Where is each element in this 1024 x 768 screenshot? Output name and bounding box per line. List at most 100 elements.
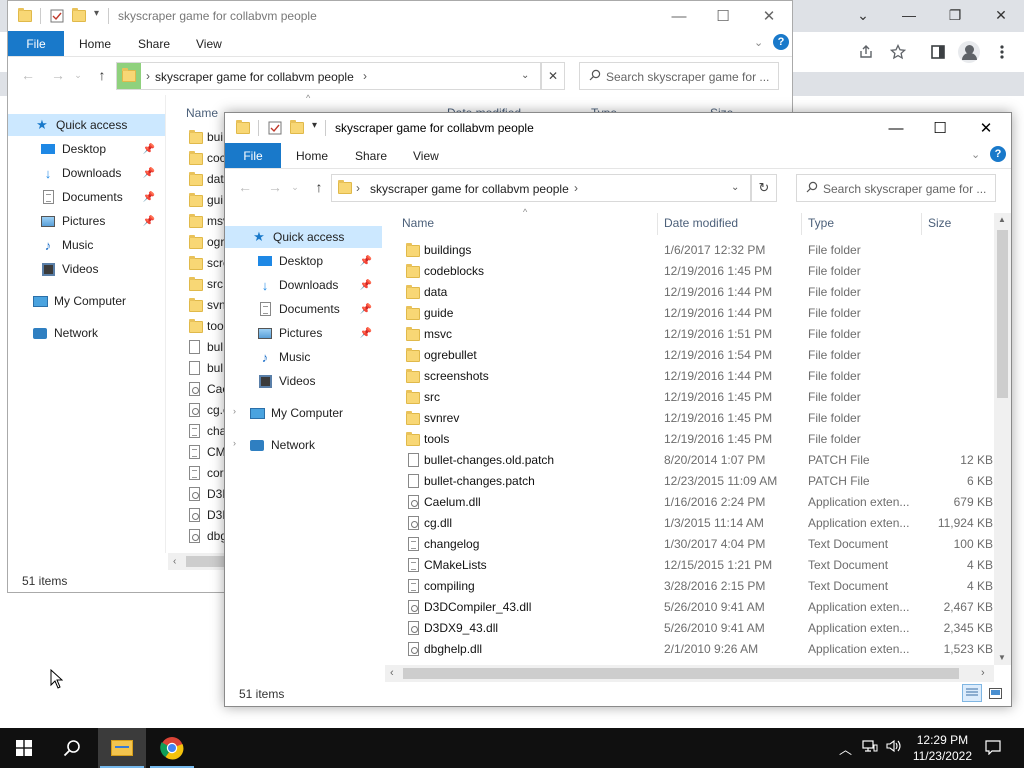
maximize-button[interactable]: ☐ (917, 113, 963, 143)
nav-network[interactable]: Network (8, 322, 165, 344)
back-icon[interactable]: ← (20, 67, 36, 83)
start-button[interactable] (0, 728, 48, 768)
tab-view[interactable]: View (196, 37, 222, 51)
file-row[interactable]: bullet-changes.old.patch 8/20/2014 1:07 P… (385, 450, 993, 471)
chrome-minimize-button[interactable]: — (886, 4, 932, 26)
scroll-right-icon[interactable]: › (981, 667, 985, 679)
file-row[interactable]: changelog 1/30/2017 4:04 PM Text Document 1… (385, 534, 993, 555)
file-row[interactable]: ogr (186, 232, 226, 253)
nav-pictures[interactable]: Pictures 📌 (225, 322, 382, 344)
column-header-date[interactable]: Date modified (664, 211, 738, 235)
close-button[interactable]: ✕ (746, 1, 792, 31)
file-row[interactable]: guide 12/19/2016 1:44 PM File folder (385, 303, 993, 324)
address-dropdown-icon[interactable]: ⌄ (731, 182, 739, 193)
up-icon[interactable]: ↑ (94, 67, 110, 83)
file-row[interactable]: svn (186, 295, 226, 316)
forward-icon[interactable]: → (50, 67, 66, 83)
help-icon[interactable]: ? (990, 146, 1006, 162)
chrome-close-button[interactable]: ✕ (978, 4, 1024, 26)
new-folder-icon[interactable] (290, 120, 304, 137)
customize-quick-access-icon[interactable]: ▾ (312, 120, 317, 131)
breadcrumb[interactable]: skyscraper game for collabvm people (155, 70, 354, 84)
share-icon[interactable] (854, 40, 878, 64)
large-icons-view-button[interactable] (985, 684, 1005, 702)
scroll-left-icon[interactable]: ‹ (173, 556, 176, 567)
nav-music[interactable]: ♪ Music (8, 234, 165, 256)
nav-documents[interactable]: Documents 📌 (8, 186, 165, 208)
scroll-up-icon[interactable]: ▲ (998, 215, 1006, 224)
nav-music[interactable]: ♪ Music (225, 346, 382, 368)
nav-desktop[interactable]: Desktop 📌 (225, 250, 382, 272)
file-row[interactable]: dbg (186, 526, 227, 547)
nav-pictures[interactable]: Pictures 📌 (8, 210, 165, 232)
file-row[interactable]: D3D (186, 505, 231, 526)
taskbar-chrome[interactable] (148, 728, 196, 768)
address-bar[interactable]: › skyscraper game for collabvm people › … (331, 174, 751, 202)
properties-icon[interactable] (268, 121, 282, 138)
column-header-name[interactable]: Name (402, 211, 434, 235)
nav-downloads[interactable]: ↓ Downloads 📌 (225, 274, 382, 296)
new-folder-icon[interactable] (72, 8, 86, 25)
nav-desktop[interactable]: Desktop 📌 (8, 138, 165, 160)
expand-ribbon-icon[interactable]: ⌄ (971, 148, 980, 161)
file-row[interactable]: Cae (186, 379, 229, 400)
file-row[interactable]: screenshots 12/19/2016 1:44 PM File folder (385, 366, 993, 387)
forward-icon[interactable]: → (267, 179, 283, 195)
file-row[interactable]: data 12/19/2016 1:44 PM File folder (385, 282, 993, 303)
scroll-left-icon[interactable]: ‹ (390, 667, 394, 679)
scrollbar-thumb[interactable] (186, 556, 226, 567)
customize-quick-access-icon[interactable]: ▾ (94, 8, 99, 19)
details-view-button[interactable] (962, 684, 982, 702)
notifications-icon[interactable] (985, 739, 1001, 758)
tab-file[interactable]: File (225, 143, 281, 168)
file-row[interactable]: tools 12/19/2016 1:45 PM File folder (385, 429, 993, 450)
file-row[interactable]: cg.dll 1/3/2015 11:14 AM Application exten… (385, 513, 993, 534)
column-divider[interactable] (801, 213, 802, 235)
search-input[interactable]: Search skyscraper game for ... (579, 62, 779, 90)
chrome-tab-search-button[interactable]: ⌄ (840, 4, 886, 26)
history-chevron-icon[interactable]: ⌄ (287, 179, 303, 195)
minimize-button[interactable]: — (656, 1, 702, 31)
file-row[interactable]: bui (186, 127, 226, 148)
nav-my-computer[interactable]: My Computer (8, 290, 165, 312)
help-icon[interactable]: ? (773, 34, 789, 50)
history-chevron-icon[interactable]: ⌄ (70, 67, 86, 83)
horizontal-scrollbar[interactable]: ‹ (168, 553, 228, 570)
show-hidden-icons-icon[interactable]: ︿ (839, 739, 852, 758)
scroll-down-icon[interactable]: ▼ (998, 653, 1006, 662)
up-icon[interactable]: ↑ (311, 179, 327, 195)
file-row[interactable]: cor (186, 463, 226, 484)
file-row[interactable]: src 12/19/2016 1:45 PM File folder (385, 387, 993, 408)
file-row[interactable]: bullet-changes.patch 12/23/2015 11:09 AM P… (385, 471, 993, 492)
maximize-button[interactable]: ☐ (700, 1, 746, 31)
star-icon[interactable] (886, 40, 910, 64)
file-row[interactable]: bul (186, 358, 226, 379)
file-row[interactable]: D3DCompiler_43.dll 5/26/2010 9:41 AM Appli… (385, 597, 993, 618)
column-header-name[interactable]: Name (186, 101, 218, 125)
nav-documents[interactable]: Documents 📌 (225, 298, 382, 320)
file-row[interactable]: scre (186, 253, 230, 274)
column-header-type[interactable]: Type (808, 211, 834, 235)
volume-icon[interactable] (886, 739, 902, 756)
scrollbar-thumb[interactable] (997, 230, 1008, 398)
breadcrumb[interactable]: skyscraper game for collabvm people (370, 182, 569, 196)
tab-file[interactable]: File (8, 31, 64, 56)
file-row[interactable]: D3D (186, 484, 231, 505)
taskbar-file-explorer[interactable] (98, 728, 146, 768)
file-row[interactable]: coc (186, 148, 226, 169)
scrollbar-thumb[interactable] (403, 668, 959, 679)
clock[interactable]: 12:29 PM 11/23/2022 (913, 732, 972, 764)
column-divider[interactable] (921, 213, 922, 235)
network-tray-icon[interactable] (862, 739, 878, 756)
address-dropdown-icon[interactable]: ⌄ (521, 70, 529, 81)
file-row[interactable]: cha (186, 421, 226, 442)
nav-videos[interactable]: Videos (225, 370, 382, 392)
file-row[interactable]: Caelum.dll 1/16/2016 2:24 PM Application e… (385, 492, 993, 513)
properties-icon[interactable] (50, 9, 64, 26)
file-row[interactable]: CMakeLists 12/15/2015 1:21 PM Text Documen… (385, 555, 993, 576)
tab-share[interactable]: Share (355, 149, 387, 163)
more-icon[interactable] (990, 40, 1014, 64)
nav-quick-access[interactable]: ★ Quick access (8, 114, 165, 136)
file-row[interactable]: dbghelp.dll 2/1/2010 9:26 AM Application e… (385, 639, 993, 660)
tab-home[interactable]: Home (296, 149, 328, 163)
